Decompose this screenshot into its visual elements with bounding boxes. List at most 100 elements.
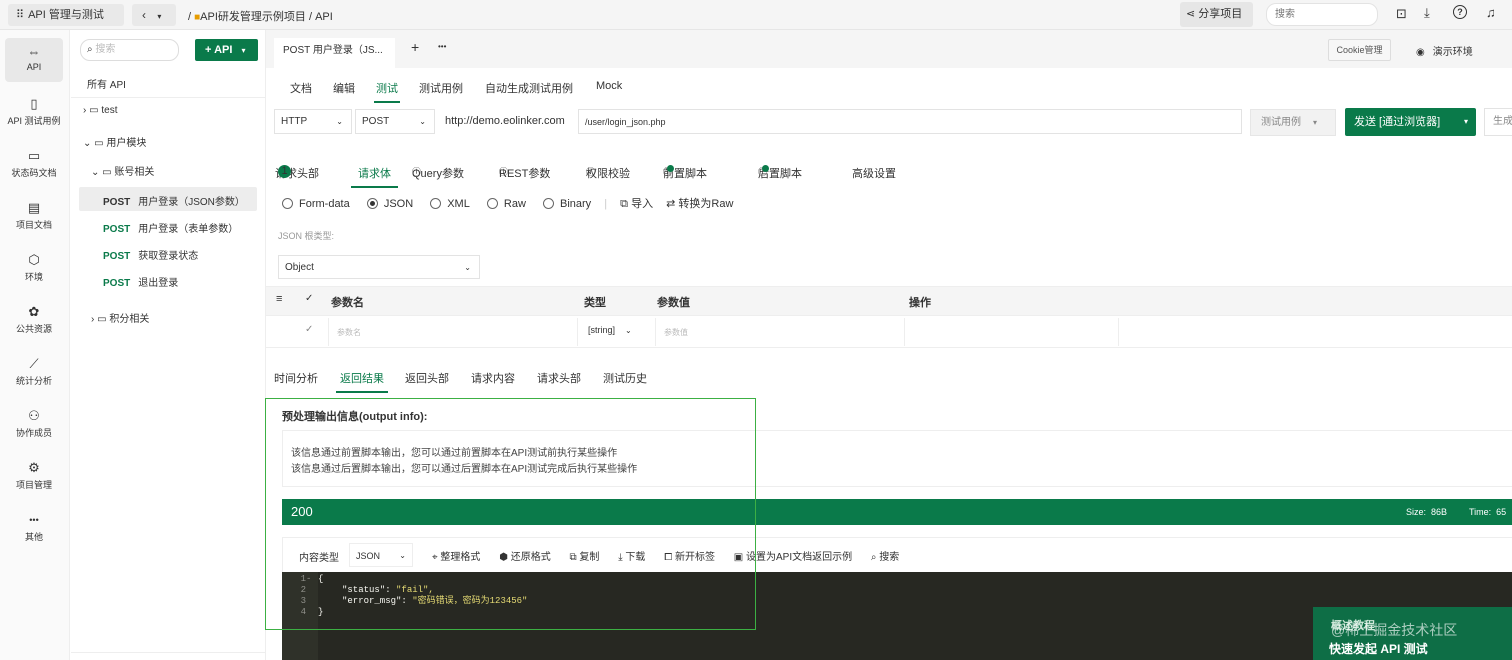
- tab-edit[interactable]: 编辑: [333, 80, 355, 96]
- folder-icon: ▭: [94, 138, 104, 149]
- cookie-button[interactable]: Cookie管理: [1328, 39, 1391, 61]
- param-value-input[interactable]: 参数值: [655, 318, 905, 346]
- testcase-dropdown[interactable]: 测试用例 ▾: [1250, 109, 1336, 136]
- bell-icon[interactable]: ♫: [1486, 5, 1496, 20]
- info-icon: ⓘ: [586, 167, 596, 177]
- method-select[interactable]: POST ⌄: [355, 109, 435, 134]
- convert-raw-button[interactable]: ⇄ 转换为Raw: [666, 198, 733, 210]
- nav-item-other[interactable]: ••• 其他: [5, 506, 63, 550]
- folder-user[interactable]: ⌄ ▭ 用户模块: [83, 134, 146, 149]
- download-icon[interactable]: ⤓: [1424, 5, 1430, 21]
- url-path-input[interactable]: /user/login_json.php: [578, 109, 1242, 134]
- tab-req-body[interactable]: 请求体: [351, 165, 398, 188]
- nav-item-project-doc[interactable]: ▤ 项目文档: [5, 194, 63, 238]
- promo-card[interactable]: 概述教程 快速发起 API 测试 @稀土掘金技术社区: [1313, 607, 1512, 660]
- add-api-button[interactable]: + API ▾: [195, 39, 258, 61]
- left-nav: ⇔ API ▯ API 测试用例 ▭ 状态码文档 ▤ 项目文档 ⬡ 环境 ✿ 公共资源 ⟋ 统…: [0, 30, 70, 660]
- grid-icon: ⠿: [16, 9, 25, 21]
- folder-icon: ▭: [97, 314, 107, 325]
- tab-response-result[interactable]: 返回结果: [336, 370, 388, 393]
- nav-item-env[interactable]: ⬡ 环境: [5, 246, 63, 290]
- chevron-down-icon: ▾: [1313, 118, 1318, 127]
- tab-request-content[interactable]: 请求内容: [471, 370, 515, 386]
- document-icon: ▤: [27, 200, 41, 215]
- tab-response-headers[interactable]: 返回头部: [405, 370, 449, 386]
- col-type: 类型: [584, 297, 606, 309]
- check-all-icon[interactable]: ✓: [305, 293, 313, 304]
- share-button[interactable]: ⋖ 分享项目: [1180, 2, 1253, 27]
- info-icon: ⓘ: [499, 167, 509, 177]
- search-icon: ⌕: [87, 44, 93, 55]
- response-time: Time: 65: [1469, 507, 1507, 517]
- protocol-select[interactable]: HTTP ⌄: [274, 109, 352, 134]
- radio-json[interactable]: JSON: [366, 198, 413, 210]
- api-item[interactable]: POST 获取登录状态: [103, 247, 198, 262]
- testcase-icon: ▯: [30, 96, 38, 111]
- send-button[interactable]: 发送 [通过浏览器] ▾: [1345, 108, 1476, 136]
- nav-item-api[interactable]: ⇔ API: [5, 38, 63, 82]
- folder-test[interactable]: › ▭ test: [83, 105, 117, 116]
- add-tab-button[interactable]: +: [411, 39, 419, 55]
- import-icon: ⧉: [620, 198, 629, 210]
- nav-item-manage[interactable]: ⚙ 项目管理: [5, 454, 63, 498]
- all-api[interactable]: 所有 API: [87, 76, 126, 91]
- radio-xml[interactable]: XML: [430, 198, 470, 210]
- chevron-right-icon: ›: [83, 105, 87, 116]
- tab-testcase[interactable]: 测试用例: [419, 80, 463, 96]
- more-tabs-icon[interactable]: •••: [438, 42, 446, 51]
- drag-handle-icon[interactable]: ≡: [276, 293, 282, 305]
- api-item[interactable]: POST 用户登录（JSON参数）: [103, 193, 245, 208]
- search-input[interactable]: [1266, 3, 1378, 26]
- nav-item-public[interactable]: ✿ 公共资源: [5, 298, 63, 342]
- inbox-icon[interactable]: ⊡: [1396, 6, 1407, 22]
- chevron-down-icon: ⌄: [419, 117, 426, 126]
- tab-request-headers[interactable]: 请求头部: [537, 370, 581, 386]
- doc-tab-bar: POST 用户登录（JS... + ••• Cookie管理 ◉ 演示环境: [266, 30, 1512, 68]
- nav-item-members[interactable]: ⚇ 协作成员: [5, 402, 63, 446]
- back-button[interactable]: ‹ ▾: [132, 4, 176, 26]
- tab-mock[interactable]: Mock: [596, 80, 622, 92]
- chart-icon: ⟋: [29, 356, 39, 371]
- eye-icon: ◉: [1416, 47, 1425, 58]
- folder-points[interactable]: › ▭ 积分相关: [91, 310, 149, 325]
- doc-tab-active[interactable]: POST 用户登录（JS...: [274, 38, 395, 68]
- search-button[interactable]: ⌕ 搜索: [871, 552, 899, 563]
- breadcrumb-project[interactable]: API研发管理示例项目: [200, 11, 306, 23]
- generate-button[interactable]: 生成: [1484, 108, 1512, 136]
- param-name-input[interactable]: 参数名: [328, 318, 578, 346]
- json-root-select[interactable]: Object ⌄: [278, 255, 480, 279]
- tree-search[interactable]: ⌕ 搜索: [80, 39, 179, 61]
- radio-form-data[interactable]: Form-data: [282, 198, 350, 210]
- param-type-select[interactable]: [string] ⌄: [588, 325, 632, 335]
- row-check-icon[interactable]: ✓: [305, 324, 313, 335]
- tab-time-analysis[interactable]: 时间分析: [274, 370, 318, 386]
- tab-test[interactable]: 测试: [374, 80, 400, 103]
- help-icon[interactable]: ?: [1453, 5, 1467, 19]
- resource-icon: ✿: [28, 304, 40, 319]
- tab-advanced[interactable]: 高级设置: [852, 165, 896, 181]
- nav-item-status-code[interactable]: ▭ 状态码文档: [5, 142, 63, 186]
- env-selector[interactable]: ◉ 演示环境: [1416, 43, 1473, 58]
- chevron-down-icon: ⌄: [91, 167, 100, 178]
- app-switcher[interactable]: ⠿ API 管理与测试: [8, 4, 124, 26]
- tab-doc[interactable]: 文档: [290, 80, 312, 96]
- chevron-down-icon: ⌄: [464, 263, 471, 272]
- nav-item-testcase[interactable]: ▯ API 测试用例: [5, 90, 63, 134]
- share-icon: ⋖: [1186, 8, 1196, 20]
- api-item[interactable]: POST 用户登录（表单参数）: [103, 220, 238, 235]
- tab-test-history[interactable]: 测试历史: [603, 370, 647, 386]
- api-item[interactable]: POST 退出登录: [103, 274, 178, 289]
- more-icon: •••: [29, 515, 39, 525]
- radio-raw[interactable]: Raw: [486, 198, 526, 210]
- folder-account[interactable]: ⌄ ▭ 账号相关: [91, 163, 154, 178]
- import-button[interactable]: ⧉ 导入: [620, 198, 653, 210]
- user-icon: ⚇: [28, 408, 40, 423]
- base-url[interactable]: http://demo.eolinker.com: [445, 115, 565, 127]
- tab-autogen[interactable]: 自动生成测试用例: [485, 80, 573, 96]
- api-icon: ⇔: [27, 44, 41, 59]
- nav-item-stats[interactable]: ⟋ 统计分析: [5, 350, 63, 394]
- radio-binary[interactable]: Binary: [542, 198, 591, 210]
- active-dot: [667, 165, 674, 172]
- col-value: 参数值: [657, 297, 690, 309]
- chevron-down-icon: ▾: [157, 12, 162, 21]
